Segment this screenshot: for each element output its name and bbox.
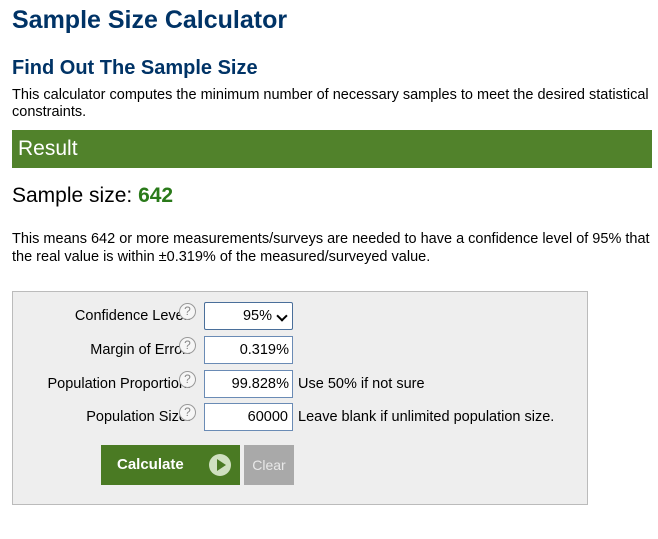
- population-proportion-hint: Use 50% if not sure: [298, 376, 425, 392]
- help-icon[interactable]: ?: [179, 404, 196, 421]
- sample-size-label: Sample size:: [12, 184, 139, 207]
- confidence-level-label: Confidence Level:: [74, 308, 191, 324]
- population-size-row: Population Size: ? 60000 Leave blank if …: [13, 403, 589, 431]
- chevron-down-icon: [276, 310, 288, 322]
- population-size-input[interactable]: 60000: [204, 403, 293, 431]
- page-title: Sample Size Calculator: [12, 6, 288, 34]
- sample-size-value: 642: [138, 184, 174, 207]
- margin-of-error-label: Margin of Error:: [90, 342, 191, 358]
- confidence-level-row: Confidence Level: ? 95%: [13, 302, 589, 330]
- confidence-level-value: 95%: [242, 308, 272, 324]
- result-explanation: This means 642 or more measurements/surv…: [12, 231, 650, 265]
- percent-unit: %: [276, 342, 289, 358]
- population-proportion-input[interactable]: 99.828 %: [204, 370, 293, 398]
- section-title: Find Out The Sample Size: [12, 57, 258, 79]
- help-icon[interactable]: ?: [179, 337, 196, 354]
- population-size-hint: Leave blank if unlimited population size…: [298, 409, 555, 425]
- clear-button[interactable]: Clear: [244, 445, 294, 485]
- help-icon[interactable]: ?: [179, 303, 196, 320]
- play-icon: [209, 454, 231, 476]
- population-size-value: 60000: [247, 409, 288, 425]
- percent-unit: %: [276, 376, 289, 392]
- calculator-form: Confidence Level: ? 95% Margin of Error:…: [12, 291, 588, 505]
- calculate-button[interactable]: Calculate: [101, 445, 240, 485]
- margin-of-error-row: Margin of Error: ? 0.319 %: [13, 336, 589, 364]
- confidence-level-select[interactable]: 95%: [204, 302, 293, 330]
- population-proportion-label: Population Proportion:: [47, 376, 192, 392]
- population-proportion-value: 99.828: [231, 376, 276, 392]
- margin-of-error-value: 0.319: [239, 342, 276, 358]
- help-icon[interactable]: ?: [179, 371, 196, 388]
- margin-of-error-input[interactable]: 0.319 %: [204, 336, 293, 364]
- result-header: Result: [12, 130, 652, 168]
- calculate-label: Calculate: [117, 456, 184, 473]
- population-size-label: Population Size:: [86, 409, 191, 425]
- population-proportion-row: Population Proportion: ? 99.828 % Use 50…: [13, 370, 589, 398]
- sample-size-line: Sample size: 642: [12, 184, 173, 208]
- intro-text: This calculator computes the minimum num…: [12, 87, 649, 120]
